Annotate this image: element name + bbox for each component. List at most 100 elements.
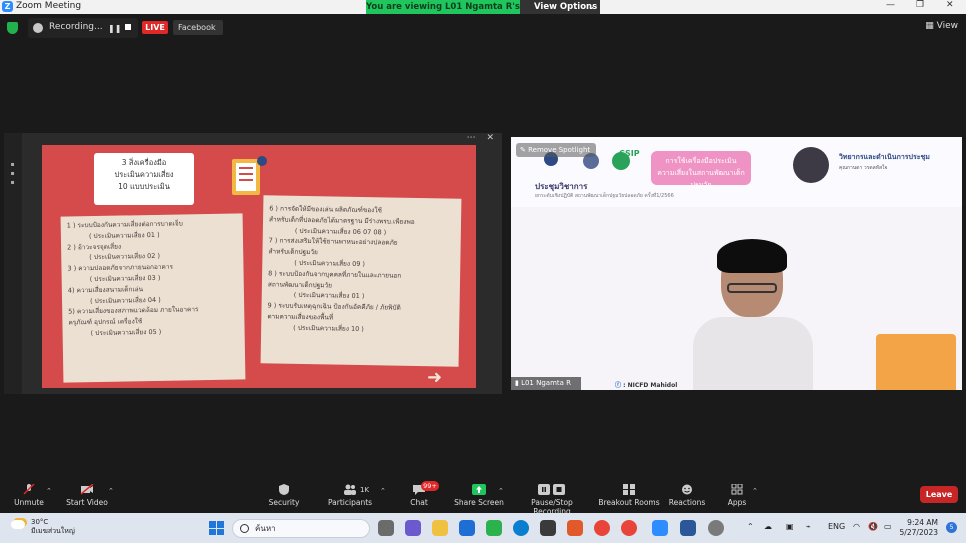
battery-icon[interactable]: ▭ [884,522,892,531]
leave-button[interactable]: Leave [920,486,958,503]
tray-app-icon[interactable]: ▣ [786,522,794,531]
office-icon[interactable] [567,520,583,536]
minimize-icon[interactable]: — [886,0,895,10]
participant-name-tag: ▮ L01 Ngamta R [511,377,581,390]
speaker-body [693,317,813,390]
store-icon[interactable] [540,520,556,536]
reactions-label: Reactions [668,498,706,507]
slide-title-line: 10 แบบประเมิน [118,182,170,191]
school-illustration [876,334,956,390]
task-view-icon[interactable] [378,520,394,536]
meeting-topbar: Recording... ❚❚ LIVE Facebook ▦ View [0,14,966,42]
view-options-button[interactable]: View Options ⌄ [520,0,600,14]
encryption-shield-icon[interactable] [7,22,18,34]
teams-chat-icon[interactable] [405,520,421,536]
language-indicator[interactable]: ENG [828,522,845,531]
wifi-icon[interactable]: ◠ [853,522,860,531]
share-screen-label: Share Screen [454,498,504,507]
topic-box: การใช้เครื่องมือประเมิน ความเสี่ยงในสถาน… [651,151,751,189]
maximize-icon[interactable]: ❐ [916,0,924,10]
remove-spotlight-label: Remove Spotlight [528,146,591,154]
participants-label: Participants [328,498,373,507]
volume-muted-icon[interactable]: 🔇 [868,522,878,531]
speaker-hair [717,239,787,273]
chrome-profile-icon[interactable] [621,520,637,536]
speaker-glasses [727,283,777,293]
speaker-video-tile[interactable]: CSIP ประชุมวิชาการ ยกระดับเชิงปฏิบัติ สถ… [511,137,962,390]
participants-chevron-icon[interactable]: ⌃ [380,487,386,495]
share-options-chevron-icon[interactable]: ⌃ [498,487,504,495]
speaker-role: วิทยากรและดำเนินการประชุม [839,153,930,161]
unmute-label: Unmute [14,498,44,507]
pause-stop-icon [538,484,565,495]
notification-count[interactable]: 5 [946,522,957,533]
pause-stop-recording-button[interactable]: Pause/Stop Recording [512,477,592,516]
topic-line: ความเสี่ยงในสถานพัฒนาเด็กปฐมวัย [657,169,745,189]
file-explorer-icon[interactable] [432,520,448,536]
more-icon[interactable]: ⋯ [467,133,476,143]
start-video-button[interactable]: Start Video [64,477,110,507]
apps-button[interactable]: Apps [722,477,752,507]
zoom-app-icon[interactable] [652,520,668,536]
windows-start-icon[interactable] [209,521,224,535]
share-screen-icon [472,484,486,495]
chrome-icon[interactable] [594,520,610,536]
audio-options-chevron-icon[interactable]: ⌃ [46,487,52,495]
slide-item: ( ประเมินความเสี่ยง 10 ) [293,323,364,333]
close-icon[interactable]: ✕ [946,0,954,10]
slide-title-line: ประเมินความเสี่ยง [114,170,174,179]
panel-controls: ⋯ ✕ [467,133,494,143]
edge-browser-icon[interactable] [513,520,529,536]
reactions-button[interactable]: Reactions [668,477,706,507]
video-options-chevron-icon[interactable]: ⌃ [108,487,114,495]
taskbar-search[interactable]: ค้นหา [232,519,370,538]
breakout-rooms-button[interactable]: Breakout Rooms [598,477,660,507]
facebook-tag: ⓕ : NICFD Mahidol [615,380,677,389]
stop-recording-icon[interactable] [125,24,131,30]
chevron-down-icon: ⌄ [587,2,595,12]
view-label: View [936,21,958,31]
apps-icon [731,484,743,495]
live-badge[interactable]: LIVE [142,21,168,34]
share-screen-button[interactable]: Share Screen [454,477,504,507]
speaker-name: คุณกานดา วรดลหัสใจ [839,165,888,171]
usb-icon[interactable]: ⌁ [806,522,811,531]
topic-line: การใช้เครื่องมือประเมิน [665,157,737,165]
reactions-smiley-icon [682,484,692,495]
meeting-toolbar: Unmute ⌃ Start Video ⌃ Security Particip… [0,477,966,516]
close-panel-icon[interactable]: ✕ [486,133,494,143]
video-off-icon [80,484,94,495]
recording-indicator: Recording... ❚❚ [28,18,138,38]
recording-label: Recording... [49,22,103,32]
stream-target-dropdown[interactable]: Facebook [173,20,223,35]
facebook-icon: ⓕ [615,382,622,389]
cloud-record-icon [33,23,43,33]
temperature: 30°C [31,518,49,526]
tray-overflow-chevron-icon[interactable]: ⌃ [747,522,754,531]
security-button[interactable]: Security [264,477,304,507]
settings-gear-icon[interactable] [708,520,724,536]
windows-taskbar: 30°C มีเมฆส่วนใหญ่ ค้นหา ⌃ ☁ ▣ ⌁ ENG ◠ 🔇… [0,513,966,543]
onedrive-cloud-icon[interactable]: ☁ [764,522,772,531]
slide-title-line: 3 สิ่งเครื่องมือ [121,158,167,167]
taskbar-search-label: ค้นหา [255,524,276,533]
word-icon[interactable] [680,520,696,536]
viewing-banner: You are viewing L01 Ngamta R's screen [366,0,520,26]
pause-recording-icon[interactable]: ❚❚ [108,24,121,33]
line-app-icon[interactable] [486,520,502,536]
apps-chevron-icon[interactable]: ⌃ [752,487,758,495]
stream-target-label: Facebook [178,23,216,32]
presenter-side-strip: ▪ ▪ ▪ [4,133,22,394]
weather-description: มีเมฆส่วนใหญ่ [31,527,75,535]
taskbar-clock[interactable]: 9:24 AM 5/27/2023 [900,518,938,538]
remove-spotlight-button[interactable]: ✎ Remove Spotlight [516,143,596,157]
search-icon [240,524,249,533]
clipboard-illustration-icon [232,156,267,195]
view-button[interactable]: ▦ View [925,21,958,31]
conference-subtitle: ยกระดับเชิงปฏิบัติ สถานพัฒนาเด็กปฐมวัยปล… [535,193,674,199]
unmute-button[interactable]: Unmute [8,477,50,507]
participants-icon [344,484,356,495]
next-arrow-icon: ➜ [427,367,443,388]
mail-icon[interactable] [459,520,475,536]
breakout-rooms-icon [623,484,635,495]
